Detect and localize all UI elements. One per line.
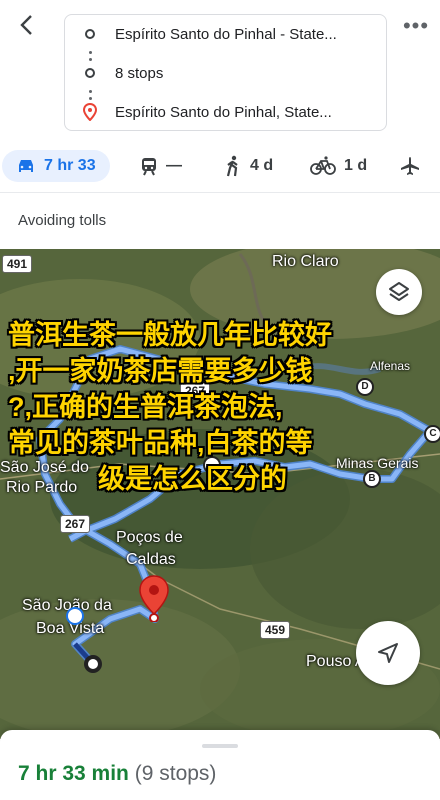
- train-icon: [142, 158, 156, 176]
- top-bar: Espírito Santo do Pinhal - State... 8 st…: [0, 0, 440, 140]
- back-arrow-icon[interactable]: [12, 10, 42, 40]
- map-label-rio-pardo: Rio Pardo: [6, 479, 78, 496]
- overlay-text-line-1: 普洱生茶一般放几年比较好: [8, 320, 332, 350]
- road-badge-459: 459: [260, 621, 291, 639]
- stops-text: 8 stops: [115, 64, 164, 82]
- total-duration: 7 hr 33 min: [18, 762, 129, 785]
- tab-drive[interactable]: 7 hr 33: [2, 150, 110, 182]
- tab-bike[interactable]: 1 d: [310, 150, 367, 182]
- more-options-icon[interactable]: •••: [402, 15, 430, 44]
- route-summary-sheet[interactable]: 7 hr 33 min (9 stops): [0, 730, 440, 800]
- map-label-sao-jose: São José do: [0, 459, 89, 476]
- destination-pin-icon: [83, 103, 97, 121]
- destination-row[interactable]: Espírito Santo do Pinhal, State...: [65, 96, 386, 128]
- total-stops: (9 stops): [134, 762, 217, 785]
- road-badge-491: 491: [2, 255, 33, 273]
- origin-circle-icon: [85, 29, 95, 39]
- car-icon: [19, 160, 33, 172]
- walking-icon: [226, 155, 238, 177]
- map-label-pocos-de: Poços de: [116, 529, 183, 546]
- waypoint-b[interactable]: B: [363, 470, 381, 488]
- walk-duration: 4 d: [250, 157, 274, 174]
- tab-walk[interactable]: 4 d: [224, 150, 273, 182]
- waypoint-d[interactable]: D: [356, 378, 374, 396]
- overlay-text-line-3: ?,正确的生普洱茶泡法,: [8, 392, 283, 422]
- map-label-minas-gerais: Minas Gerais: [336, 455, 419, 471]
- destination-pin-icon[interactable]: [138, 574, 170, 622]
- map-label-rio-claro: Rio Claro: [272, 253, 339, 270]
- layers-icon: [389, 282, 409, 301]
- map-label-alfenas: Alfenas: [370, 359, 411, 373]
- navigation-arrow-icon: [378, 643, 398, 663]
- route-start-marker[interactable]: [84, 655, 102, 673]
- avoid-tolls-note: Avoiding tolls: [18, 212, 107, 229]
- bike-duration: 1 d: [344, 157, 368, 174]
- my-location-button[interactable]: [356, 621, 420, 685]
- waypoint-c[interactable]: C: [424, 425, 440, 443]
- origin-row[interactable]: Espírito Santo do Pinhal - State...: [65, 18, 386, 50]
- overlay-text-line-2: ,开一家奶茶店需要多少钱: [8, 356, 313, 386]
- overlay-text-line-4: 常见的茶叶品种,白茶的等: [8, 428, 313, 458]
- route-card[interactable]: Espírito Santo do Pinhal - State... 8 st…: [64, 14, 387, 131]
- layers-button[interactable]: [376, 269, 422, 315]
- map-label-caldas: Caldas: [126, 551, 176, 568]
- map-view[interactable]: 491 267 267 459 Rio Claro São José do Ri…: [0, 249, 440, 739]
- stops-circle-icon: [85, 68, 95, 78]
- bicycle-icon: [310, 156, 336, 175]
- transit-duration: —: [166, 157, 182, 174]
- route-summary: 7 hr 33 min (9 stops): [18, 762, 216, 786]
- tab-flight[interactable]: [400, 150, 428, 182]
- sheet-drag-handle[interactable]: [202, 744, 238, 748]
- drive-duration: 7 hr 33: [44, 157, 96, 174]
- tab-transit[interactable]: —: [140, 150, 182, 182]
- destination-text: Espírito Santo do Pinhal, State...: [115, 103, 332, 121]
- origin-text: Espírito Santo do Pinhal - State...: [115, 25, 337, 43]
- travel-mode-tabs: 7 hr 33 — 4 d 1 d: [0, 140, 440, 193]
- waypoint-origin[interactable]: [66, 607, 84, 625]
- airplane-icon: [401, 157, 419, 175]
- stops-row[interactable]: 8 stops: [65, 57, 386, 89]
- overlay-text-line-5: 级是怎么区分的: [98, 464, 287, 494]
- road-badge-267: 267: [60, 515, 91, 533]
